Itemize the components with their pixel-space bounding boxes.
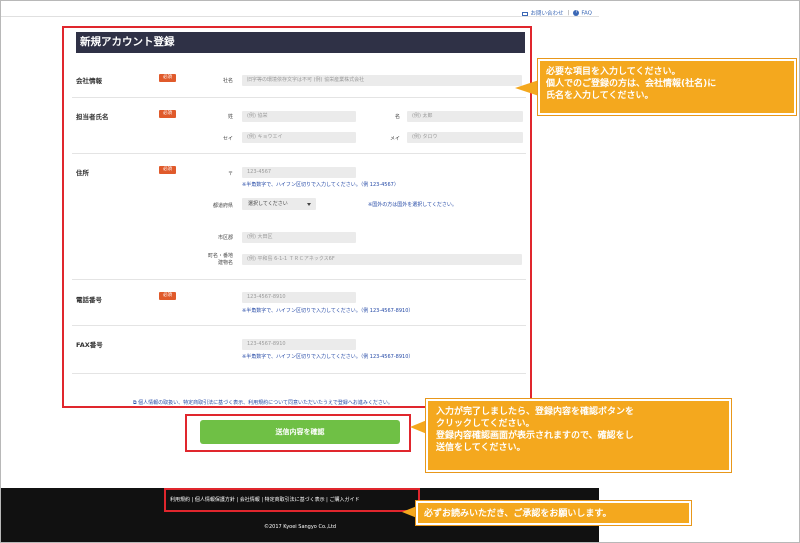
street-label: 町名・番地 建物名 [193,252,233,266]
street-label-line2: 建物名 [217,260,233,266]
street-input[interactable]: (例) 平和島 6-1-1 ＴＲＣアネックス6F [242,254,522,265]
callout-required-fields: 必要な項目を入力してください。 個人でのご登録の方は、会社情報(社名)に 氏名を… [537,58,797,116]
company-name-label: 社名 [222,78,233,84]
company-name-input[interactable]: 旧字等の環境依存文字は不可 (例) 協栄産業株式会社 [242,75,522,86]
callout-arrow [410,420,427,434]
prefecture-label: 都道府県 [212,203,233,209]
address-label: 住所 [76,169,89,177]
question-icon: ? [573,9,580,16]
required-badge: 必須 [159,74,176,82]
required-badge: 必須 [159,166,176,174]
prefecture-select-value: 選択してください [248,201,288,207]
callout-line: 登録内容確認画面が表示されますので、確認をし [436,431,634,441]
callout-line: 必ずお読みいただき、ご承認をお願いします。 [424,509,612,519]
mei-input[interactable]: (例) 太郎 [407,111,523,122]
phone-label: 電話番号 [76,296,102,304]
prefecture-note: ※国外の方は国外を選択してください。 [368,202,457,208]
zip-input[interactable]: 123-4567 [242,167,356,178]
callout-read-terms: 必ずお読みいただき、ご承認をお願いします。 [415,500,692,526]
privacy-agreement-link[interactable]: ⧉ 個人情報の取扱い、特定商取引法に基づく表示、利用規約について同意いただいたう… [133,399,393,406]
city-label: 市区郡 [217,235,233,241]
phone-note: ※半角数字で、ハイフン区切りで入力してください。（例 123-4567-8910… [242,308,414,314]
phone-input[interactable]: 123-4567-8910 [242,292,356,303]
header-divider [1,16,599,17]
sei-label: 姓 [227,114,233,120]
form-title: 新規アカウント登録 [76,32,525,53]
person-name-label: 担当者氏名 [76,113,109,121]
section-divider [72,279,526,280]
section-divider [72,97,526,98]
street-label-line1: 町名・番地 [207,253,233,259]
required-badge: 必須 [159,292,176,300]
section-divider [72,373,526,374]
required-badge: 必須 [159,110,176,118]
sei-kana-label: セイ [222,136,233,142]
prefecture-select[interactable]: 選択してください [242,198,316,210]
privacy-agreement-text: 個人情報の取扱い、特定商取引法に基づく表示、利用規約について同意いただいたうえで… [138,400,393,406]
fax-label: FAX番号 [76,341,103,349]
zip-label: 〒 [227,171,233,177]
footer-links[interactable]: 利用規約 | 個人情報保護方針 | 会社情報 | 特定商取引法に基づく表示 | … [164,488,420,512]
mei-kana-input[interactable]: (例) タロウ [407,132,523,143]
sei-input[interactable]: (例) 協栄 [242,111,356,122]
callout-line: 入力が完了しましたら、登録内容を確認ボタンを [436,407,635,417]
callout-line: 個人でのご登録の方は、会社情報(社名)に [546,79,717,89]
callout-line: 送信をしてください。 [436,443,526,453]
mail-icon [522,11,529,16]
fax-note: ※半角数字で、ハイフン区切りで入力してください。（例 123-4567-8910… [242,354,414,360]
zip-note: ※半角数字で、ハイフン区切りで入力してください。（例 123-4567） [242,182,399,188]
mei-kana-label: メイ [389,136,400,142]
city-input[interactable]: (例) 大田区 [242,232,356,243]
section-divider [72,153,526,154]
section-divider [72,325,526,326]
company-label: 会社情報 [76,77,102,85]
callout-line: クリックしてください。 [436,419,535,429]
sei-kana-input[interactable]: (例) キョウエイ [242,132,356,143]
confirm-button[interactable]: 送信内容を確認 [200,420,400,444]
mei-label: 名 [394,114,400,120]
chevron-down-icon [307,203,311,206]
callout-line: 氏名を入力してください。 [546,91,654,101]
callout-arrow [515,80,539,96]
fax-input[interactable]: 123-4567-8910 [242,339,356,350]
callout-arrow [402,506,417,518]
callout-confirm-instructions: 入力が完了しましたら、登録内容を確認ボタンを クリックしてください。 登録内容確… [425,398,732,473]
callout-line: 必要な項目を入力してください。 [546,67,681,77]
